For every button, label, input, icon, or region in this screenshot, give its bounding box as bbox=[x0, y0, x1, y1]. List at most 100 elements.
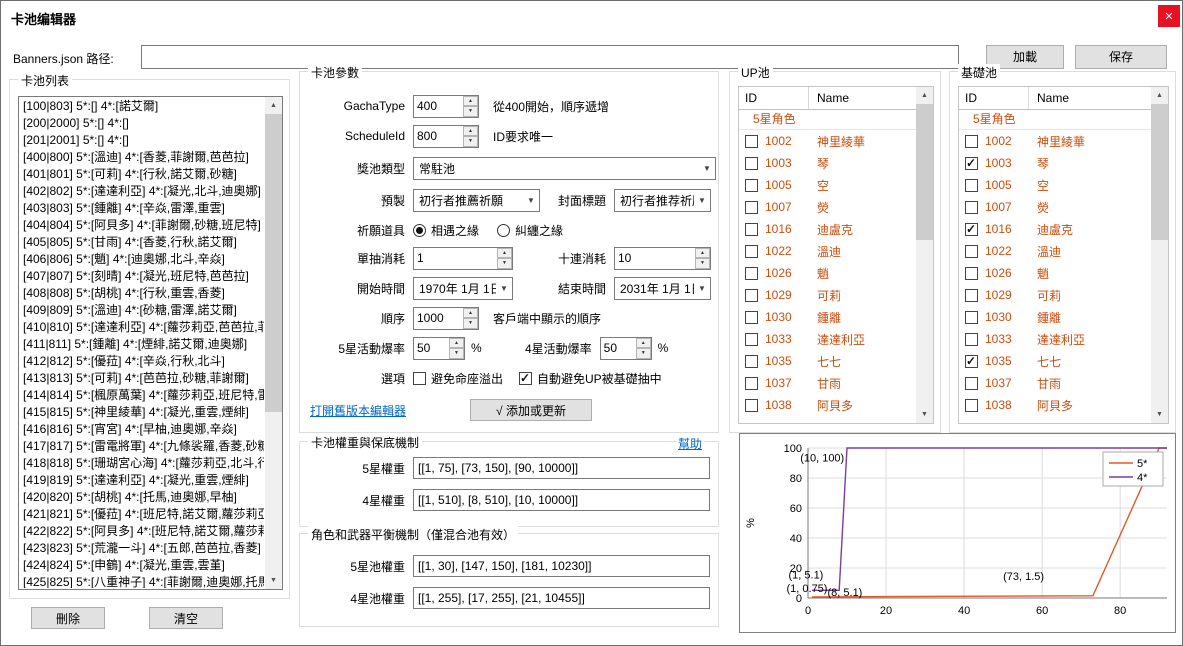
row-checkbox[interactable] bbox=[745, 311, 758, 324]
spin-down-icon[interactable]: ▼ bbox=[636, 348, 651, 359]
spin-down-icon[interactable]: ▼ bbox=[695, 258, 710, 269]
cover-title-dropdown[interactable]: 初行者推荐祈愿 ▼ bbox=[614, 189, 711, 212]
row-checkbox[interactable] bbox=[965, 377, 978, 390]
scroll-thumb[interactable] bbox=[916, 104, 933, 240]
scroll-thumb[interactable] bbox=[1151, 104, 1168, 240]
character-row[interactable]: 1038 阿貝多 bbox=[959, 394, 1151, 416]
radio-intertwined-fate[interactable] bbox=[497, 224, 510, 237]
pool-list-item[interactable]: [419|819] 5*:[達達利亞] 4*:[凝光,重雲,煙緋] bbox=[20, 472, 264, 489]
pool-list-item[interactable]: [400|800] 5*:[溫迪] 4*:[香菱,菲謝爾,芭芭拉] bbox=[20, 149, 264, 166]
pool-list-item[interactable]: [425|825] 5*:[八重神子] 4*:[菲謝爾,迪奧娜,托馬] bbox=[20, 574, 264, 588]
pool-list-item[interactable]: [408|808] 5*:[胡桃] 4*:[行秋,重雲,香菱] bbox=[20, 285, 264, 302]
base-pool-scrollbar[interactable]: ▲ ▼ bbox=[1151, 87, 1168, 423]
character-row[interactable]: 1016 迪盧克 bbox=[959, 218, 1151, 240]
character-row[interactable]: 1029 可莉 bbox=[959, 284, 1151, 306]
pool-list-item[interactable]: [200|2000] 5*:[] 4*:[] bbox=[20, 115, 264, 132]
pool-list-item[interactable]: [416|816] 5*:[宵宮] 4*:[早柚,迪奧娜,辛焱] bbox=[20, 421, 264, 438]
character-row[interactable]: 1016 迪盧克 bbox=[739, 218, 916, 240]
pool-list-item[interactable]: [411|811] 5*:[鍾離] 4*:[煙緋,諾艾爾,迪奧娜] bbox=[20, 336, 264, 353]
pool-list-item[interactable]: [424|824] 5*:[申鶴] 4*:[凝光,重雲,雲堇] bbox=[20, 557, 264, 574]
scroll-up-icon[interactable]: ▲ bbox=[916, 87, 933, 104]
end-time-picker[interactable]: 2031年 1月 1日 ▼ bbox=[614, 277, 711, 300]
pool-list-item[interactable]: [405|805] 5*:[甘雨] 4*:[香菱,行秋,諾艾爾] bbox=[20, 234, 264, 251]
pool-list-item[interactable]: [407|807] 5*:[刻晴] 4*:[凝光,班尼特,芭芭拉] bbox=[20, 268, 264, 285]
pool-list-item[interactable]: [100|803] 5*:[] 4*:[諾艾爾] bbox=[20, 98, 264, 115]
clear-button[interactable]: 清空 bbox=[149, 607, 223, 629]
pool-list-item[interactable]: [414|814] 5*:[楓原萬葉] 4*:[蘿莎莉亞,班尼特,雷澤] bbox=[20, 387, 264, 404]
help-link[interactable]: 幫助 bbox=[676, 435, 704, 452]
gachatype-input[interactable] bbox=[414, 96, 463, 117]
pool-list-item[interactable]: [422|822] 5*:[阿貝多] 4*:[班尼特,諾艾爾,蘿莎莉亞] bbox=[20, 523, 264, 540]
spin-up-icon[interactable]: ▲ bbox=[463, 126, 478, 137]
character-row[interactable]: 1035 七七 bbox=[959, 350, 1151, 372]
single-cost-input[interactable] bbox=[414, 248, 497, 269]
add-update-button[interactable]: √ 添加或更新 bbox=[470, 399, 592, 421]
spin-up-icon[interactable]: ▲ bbox=[497, 248, 512, 259]
row-checkbox[interactable] bbox=[745, 399, 758, 412]
character-row[interactable]: 1033 達達利亞 bbox=[739, 328, 916, 350]
delete-button[interactable]: 刪除 bbox=[31, 607, 105, 629]
spin-up-icon[interactable]: ▲ bbox=[636, 338, 651, 349]
spin-up-icon[interactable]: ▲ bbox=[449, 338, 464, 349]
row-checkbox[interactable] bbox=[745, 377, 758, 390]
order-spinner[interactable]: ▲▼ bbox=[413, 307, 479, 330]
row-checkbox[interactable] bbox=[965, 223, 978, 236]
w4-input[interactable] bbox=[413, 489, 710, 511]
close-button[interactable]: ✕ bbox=[1158, 5, 1180, 27]
row-checkbox[interactable] bbox=[965, 135, 978, 148]
character-row[interactable]: 1005 空 bbox=[739, 174, 916, 196]
pool-list-item[interactable]: [403|803] 5*:[鍾離] 4*:[辛焱,雷澤,重雲] bbox=[20, 200, 264, 217]
path-input[interactable] bbox=[141, 45, 959, 69]
row-checkbox[interactable] bbox=[745, 157, 758, 170]
spin-down-icon[interactable]: ▼ bbox=[449, 348, 464, 359]
avoid-constellation-checkbox[interactable] bbox=[413, 372, 426, 385]
row-checkbox[interactable] bbox=[965, 267, 978, 280]
pool-list-item[interactable]: [413|813] 5*:[可莉] 4*:[芭芭拉,砂糖,菲謝爾] bbox=[20, 370, 264, 387]
spin-down-icon[interactable]: ▼ bbox=[463, 318, 478, 329]
preset-dropdown[interactable]: 初行者推薦祈願 ▼ bbox=[413, 189, 540, 212]
row-checkbox[interactable] bbox=[745, 355, 758, 368]
pool-list-item[interactable]: [418|818] 5*:[珊瑚宮心海] 4*:[蘿莎莉亞,北斗,行秋] bbox=[20, 455, 264, 472]
pool-list-item[interactable]: [201|2001] 5*:[] 4*:[] bbox=[20, 132, 264, 149]
scroll-up-icon[interactable]: ▲ bbox=[1151, 87, 1168, 104]
pool-list-item[interactable]: [420|820] 5*:[胡桃] 4*:[托馬,迪奧娜,早柚] bbox=[20, 489, 264, 506]
character-row[interactable]: 1026 魈 bbox=[959, 262, 1151, 284]
character-row[interactable]: 1002 神里綾華 bbox=[739, 130, 916, 152]
row-checkbox[interactable] bbox=[965, 245, 978, 258]
pool-type-dropdown[interactable]: 常駐池 ▼ bbox=[413, 157, 716, 180]
rate4-input[interactable] bbox=[601, 338, 636, 359]
row-checkbox[interactable] bbox=[965, 289, 978, 302]
spin-up-icon[interactable]: ▲ bbox=[463, 96, 478, 107]
character-row[interactable]: 1022 溫迪 bbox=[959, 240, 1151, 262]
character-row[interactable]: 1007 熒 bbox=[959, 196, 1151, 218]
character-row[interactable]: 1029 可莉 bbox=[739, 284, 916, 306]
row-checkbox[interactable] bbox=[965, 333, 978, 346]
scroll-down-icon[interactable]: ▼ bbox=[916, 406, 933, 423]
p4-input[interactable] bbox=[413, 587, 710, 609]
character-row[interactable]: 1030 鍾離 bbox=[959, 306, 1151, 328]
row-checkbox[interactable] bbox=[745, 333, 758, 346]
pool-list-item[interactable]: [410|810] 5*:[達達利亞] 4*:[蘿莎莉亞,芭芭拉,菲謝爾] bbox=[20, 319, 264, 336]
pool-list-item[interactable]: [421|821] 5*:[優菈] 4*:[班尼特,諾艾爾,蘿莎莉亞] bbox=[20, 506, 264, 523]
scroll-down-icon[interactable]: ▼ bbox=[265, 572, 282, 589]
single-cost-spinner[interactable]: ▲▼ bbox=[413, 247, 513, 270]
character-row[interactable]: 1003 琴 bbox=[959, 152, 1151, 174]
radio-acquaint-fate[interactable] bbox=[413, 224, 426, 237]
pool-list-item[interactable]: [415|815] 5*:[神里綾華] 4*:[凝光,重雲,煙緋] bbox=[20, 404, 264, 421]
pool-list-item[interactable]: [412|812] 5*:[優菈] 4*:[辛焱,行秋,北斗] bbox=[20, 353, 264, 370]
spin-up-icon[interactable]: ▲ bbox=[463, 308, 478, 319]
p5-input[interactable] bbox=[413, 555, 710, 577]
character-row[interactable]: 1002 神里綾華 bbox=[959, 130, 1151, 152]
gachatype-spinner[interactable]: ▲▼ bbox=[413, 95, 479, 118]
scroll-up-icon[interactable]: ▲ bbox=[265, 97, 282, 114]
row-checkbox[interactable] bbox=[965, 311, 978, 324]
character-row[interactable]: 1007 熒 bbox=[739, 196, 916, 218]
row-checkbox[interactable] bbox=[745, 289, 758, 302]
row-checkbox[interactable] bbox=[965, 157, 978, 170]
character-row[interactable]: 1030 鍾離 bbox=[739, 306, 916, 328]
ten-cost-spinner[interactable]: ▲▼ bbox=[614, 247, 711, 270]
pool-list-item[interactable]: [423|823] 5*:[荒瀧一斗] 4*:[五郎,芭芭拉,香菱] bbox=[20, 540, 264, 557]
row-checkbox[interactable] bbox=[745, 245, 758, 258]
ten-cost-input[interactable] bbox=[615, 248, 695, 269]
pool-list-item[interactable]: [417|817] 5*:[雷電將軍] 4*:[九條裟羅,香菱,砂糖] bbox=[20, 438, 264, 455]
